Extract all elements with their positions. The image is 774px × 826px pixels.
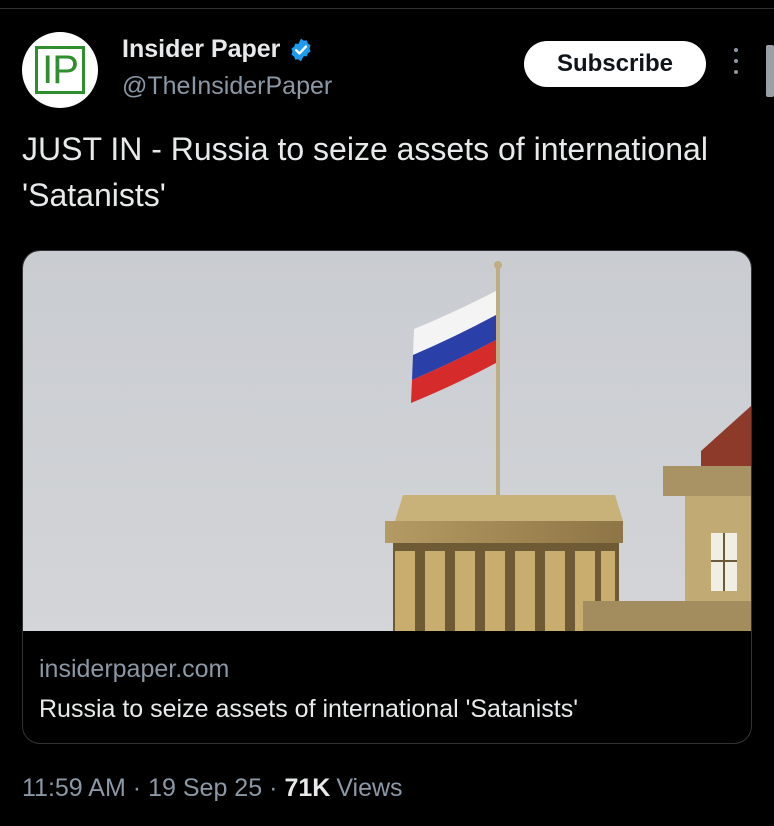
verified-badge-icon [291, 38, 311, 61]
meta-separator: · [132, 774, 142, 802]
tweet-meta: 11:59 AM · 19 Sep 25 · 71K Views [22, 774, 403, 803]
top-divider [0, 8, 774, 9]
scrollbar-thumb[interactable] [766, 45, 774, 97]
tweet-date[interactable]: 19 Sep 25 [148, 774, 262, 803]
kremlin-flag-photo [23, 251, 751, 631]
more-vertical-icon[interactable] [730, 48, 742, 78]
author-name-row: Insider Paper [122, 35, 314, 64]
link-card[interactable]: insiderpaper.com Russia to seize assets … [22, 250, 752, 744]
card-title[interactable]: Russia to seize assets of international … [39, 695, 578, 724]
author-name[interactable]: Insider Paper [122, 35, 280, 64]
insider-paper-logo: IP [35, 46, 85, 94]
tweet-text: JUST IN - Russia to seize assets of inte… [22, 131, 708, 213]
tweet-time[interactable]: 11:59 AM [22, 774, 126, 803]
meta-separator: · [269, 774, 278, 802]
card-image [23, 251, 751, 631]
views-label[interactable]: Views [336, 774, 402, 803]
author-handle[interactable]: @TheInsiderPaper [122, 72, 332, 101]
card-domain[interactable]: insiderpaper.com [39, 655, 229, 684]
views-count[interactable]: 71K [284, 774, 330, 803]
subscribe-button[interactable]: Subscribe [524, 41, 706, 87]
avatar[interactable]: IP [22, 32, 98, 108]
